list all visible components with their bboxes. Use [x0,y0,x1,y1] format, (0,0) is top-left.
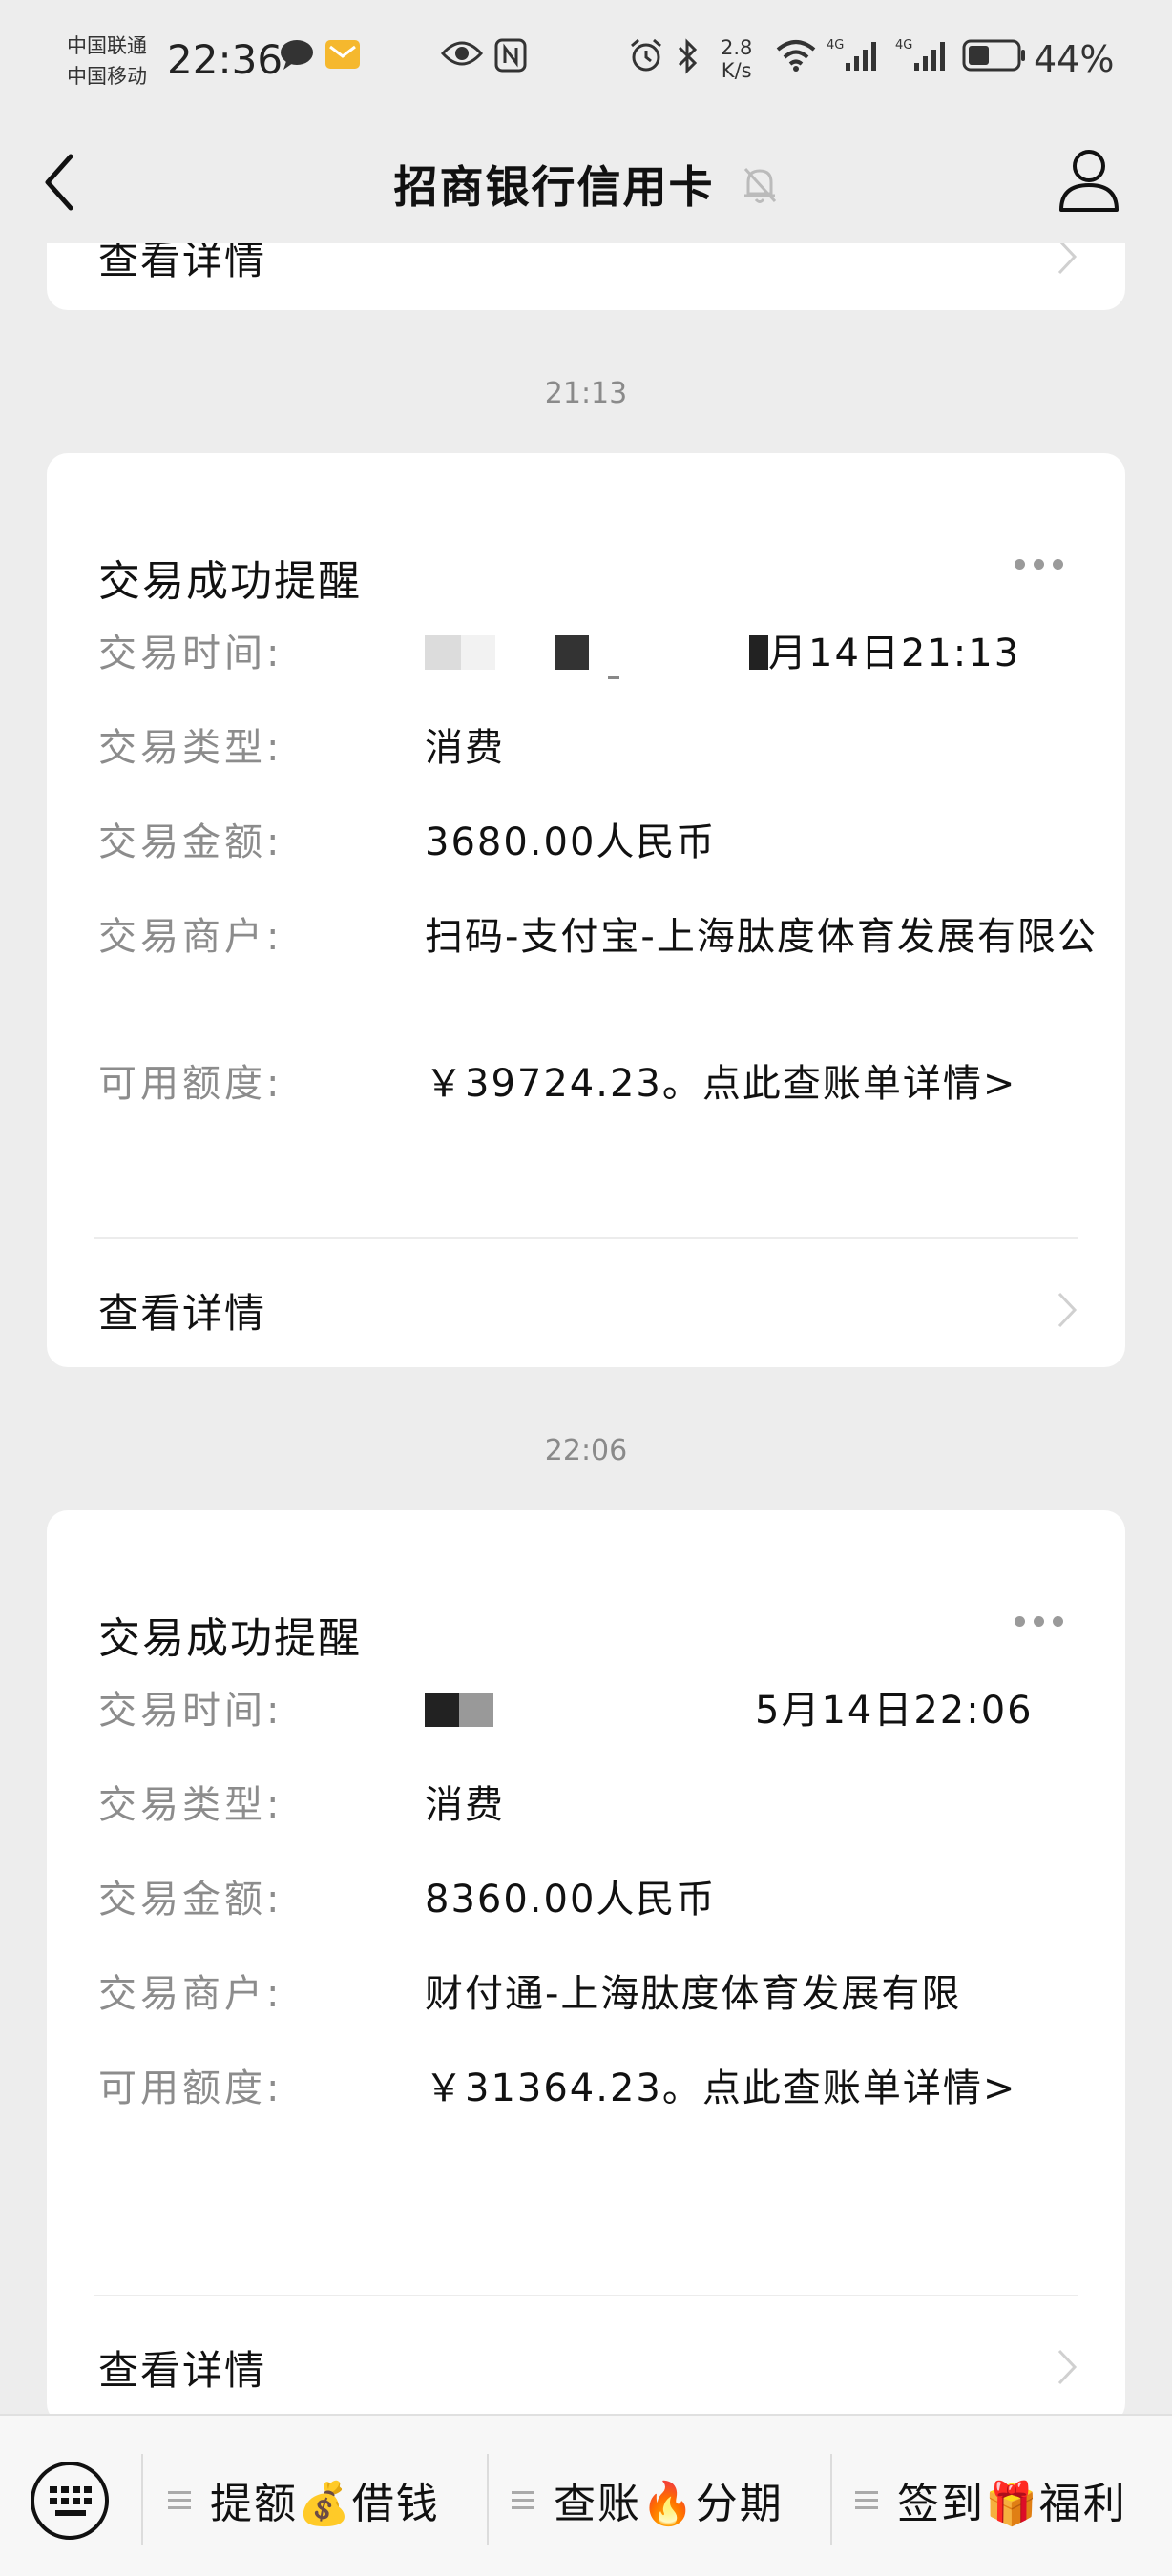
carrier-info: 中国联通 中国移动 [67,31,147,92]
keyboard-icon[interactable] [29,2460,111,2542]
field-value: 月14日21:13 [768,632,1021,675]
field-value: 5月14日22:06 [755,1689,1034,1733]
message-timestamp: 21:13 [544,377,628,410]
redaction-block [608,676,619,679]
menu-separator [830,2454,832,2545]
mail-notification-icon [325,40,360,69]
nav-bar: 招商银行信用卡 [0,124,1172,243]
chevron-right-icon [1057,243,1078,275]
signal-strength-2-icon [914,42,945,71]
message-timestamp: 22:06 [544,1434,628,1467]
network-type-2: 4G [895,38,913,52]
field-label: 交易类型: [98,726,283,770]
menu-item-checkin-benefits[interactable]: 签到🎁福利 [855,2454,1127,2545]
bottom-menu-bar: 提额💰借钱 查账🔥分期 签到🎁福利 [0,2414,1172,2576]
more-dots-icon[interactable] [1015,554,1072,575]
battery-fill [969,46,989,65]
chevron-right-icon [1057,2349,1078,2385]
field-value-link[interactable]: ￥39724.23。点此查账单详情> [425,1057,1112,1111]
redaction-block [461,635,495,670]
redaction-gap [619,635,749,670]
field-value-redacted-time: 5月14日22:06 [425,1684,1112,1737]
field-label: 可用额度: [98,1062,283,1106]
carrier-1: 中国联通 [67,34,147,57]
net-speed-value: 2.8 [721,36,753,59]
divider [94,1237,1078,1239]
field-value: 消费 [425,1783,505,1827]
menu-lines-icon [855,2491,878,2509]
menu-label: 提额💰借钱 [210,2480,440,2528]
divider [94,2295,1078,2296]
menu-label: 查账🔥分期 [554,2480,784,2528]
redaction-block [459,1693,493,1727]
message-card-partial: 查看详情 [47,243,1125,310]
field-label: 交易时间: [98,1689,283,1733]
view-details-link[interactable]: 查看详情 [47,243,1125,315]
menu-item-raise-limit-loan[interactable]: 提额💰借钱 [168,2454,440,2545]
status-clock: 22:36 [167,36,283,83]
redaction-gap [495,635,555,670]
view-details-label: 查看详情 [98,243,267,283]
page-title: 招商银行信用卡 [393,161,715,213]
field-value-link[interactable]: ￥31364.23。点此查账单详情> [425,2062,1112,2115]
alarm-icon [631,38,661,72]
menu-separator [141,2454,143,2545]
menu-item-bill-installment[interactable]: 查账🔥分期 [512,2454,784,2545]
card-title: 交易成功提醒 [98,557,362,606]
battery-percent: 44% [1034,38,1115,80]
status-bar: 中国联通 中国移动 22:36 2.8 K/s 4G 4G 44% [0,0,1172,124]
view-details-label: 查看详情 [98,2347,267,2394]
wifi-icon [776,40,816,72]
field-label: 交易商户: [98,915,283,959]
redaction-block [555,635,589,670]
field-label: 可用额度: [98,2067,283,2110]
field-value: 3680.00人民币 [425,821,717,864]
field-label: 交易类型: [98,1783,283,1827]
redaction-block [425,1693,459,1727]
message-card: 交易成功提醒 交易时间: 5月14日22:06 交易类型: 消费 交易金额: 8… [47,1510,1125,2414]
chat-notification-icon [281,40,313,70]
message-card: 交易成功提醒 交易时间: 月14日21:13 交易类型: 消费 交易金额: 36… [47,453,1125,1367]
network-type-1: 4G [827,38,845,52]
view-details-label: 查看详情 [98,1290,267,1337]
bluetooth-icon [678,38,698,74]
menu-lines-icon [168,2491,191,2509]
net-speed-unit: K/s [721,59,752,82]
profile-icon[interactable] [1057,145,1120,214]
field-label: 交易金额: [98,821,283,864]
menu-separator [487,2454,489,2545]
menu-label: 签到🎁福利 [897,2480,1127,2528]
view-details-link[interactable]: 查看详情 [47,2306,1125,2414]
carrier-2: 中国移动 [67,65,147,88]
net-speed: 2.8 K/s [721,36,752,82]
field-value: 扫码-支付宝-上海肽度体育发展有限公 [425,915,1098,959]
title-wrap: 招商银行信用卡 [0,153,1172,216]
field-label: 交易时间: [98,632,283,675]
mute-bell-icon [743,167,776,203]
field-value: 8360.00人民币 [425,1878,717,1922]
field-label: 交易商户: [98,1972,283,2016]
card-title: 交易成功提醒 [98,1614,362,1663]
redaction-block [425,635,461,670]
view-details-link[interactable]: 查看详情 [47,1249,1125,1368]
chat-area[interactable]: 查看详情 21:13 交易成功提醒 交易时间: 月14日21:13 交易类型: … [0,243,1172,2414]
battery-icon [962,39,1025,72]
eye-comfort-icon [441,41,483,66]
redaction-gap [589,635,608,670]
redaction-block [749,635,768,670]
field-value: 消费 [425,726,505,770]
menu-lines-icon [512,2491,534,2509]
field-value: 财付通-上海肽度体育发展有限 [425,1972,962,2016]
nfc-icon [494,38,527,73]
field-value-redacted-time: 月14日21:13 [425,627,1112,680]
more-dots-icon[interactable] [1015,1611,1072,1632]
signal-strength-1-icon [846,42,876,71]
chevron-right-icon [1057,1292,1078,1328]
redaction-gap [493,1693,755,1727]
field-label: 交易金额: [98,1878,283,1922]
